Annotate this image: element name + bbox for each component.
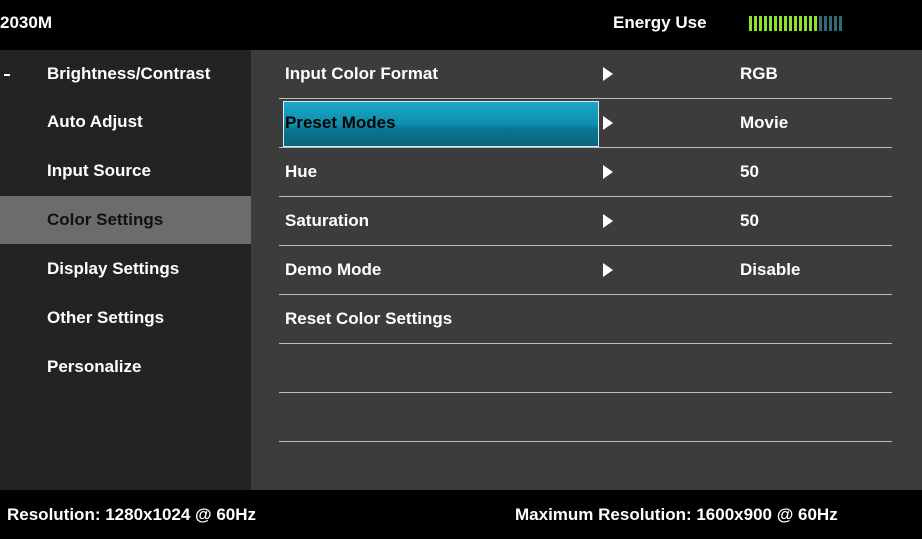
max-resolution: Maximum Resolution: 1600x900 @ 60Hz <box>515 505 838 524</box>
osd-header: 2030M Energy Use <box>0 0 922 50</box>
energy-bar <box>824 16 827 31</box>
menu-item-display-settings[interactable]: Display Settings <box>0 245 251 293</box>
arrow-right-icon <box>603 116 613 130</box>
row-hue[interactable]: Hue 50 <box>279 148 892 196</box>
arrow-right-icon <box>603 165 613 179</box>
energy-bar <box>794 16 797 31</box>
energy-bar <box>789 16 792 31</box>
row-reset-color-settings[interactable]: Reset Color Settings <box>279 295 892 343</box>
menu-item-input-source[interactable]: Input Source <box>0 147 251 195</box>
divider <box>279 343 892 344</box>
menu-item-other-settings[interactable]: Other Settings <box>0 294 251 342</box>
row-input-color-format[interactable]: Input Color Format RGB <box>279 50 892 98</box>
arrow-right-icon <box>603 214 613 228</box>
energy-bar <box>809 16 812 31</box>
energy-bar <box>814 16 817 31</box>
osd-footer: Resolution: 1280x1024 @ 60Hz Maximum Res… <box>0 490 922 539</box>
main-menu: Brightness/Contrast Auto Adjust Input So… <box>0 50 251 490</box>
row-preset-modes[interactable]: Preset Modes Movie <box>279 99 892 147</box>
row-value: 50 <box>740 211 759 230</box>
row-label: Input Color Format <box>285 64 438 83</box>
arrow-right-icon <box>603 67 613 81</box>
color-settings-submenu: Input Color Format RGB Preset Modes Movi… <box>251 50 922 490</box>
row-label: Demo Mode <box>285 260 382 279</box>
energy-use-meter <box>749 16 842 31</box>
row-label: Saturation <box>285 211 370 230</box>
row-label: Hue <box>285 162 318 181</box>
row-demo-mode[interactable]: Demo Mode Disable <box>279 246 892 294</box>
row-value: Movie <box>740 113 789 132</box>
current-resolution: Resolution: 1280x1024 @ 60Hz <box>7 505 257 524</box>
energy-bar <box>769 16 772 31</box>
energy-bar <box>784 16 787 31</box>
row-value: Disable <box>740 260 801 279</box>
energy-bar <box>764 16 767 31</box>
energy-bar <box>774 16 777 31</box>
arrow-right-icon <box>603 263 613 277</box>
energy-bar <box>819 16 822 31</box>
model-name: 2030M <box>0 13 52 32</box>
row-value: 50 <box>740 162 759 181</box>
energy-bar <box>754 16 757 31</box>
menu-item-color-settings[interactable]: Color Settings <box>0 196 251 244</box>
energy-bar <box>749 16 752 31</box>
divider <box>279 392 892 393</box>
menu-item-personalize[interactable]: Personalize <box>0 343 251 391</box>
divider <box>279 441 892 442</box>
row-saturation[interactable]: Saturation 50 <box>279 197 892 245</box>
energy-bar <box>834 16 837 31</box>
energy-bar <box>839 16 842 31</box>
row-label: Preset Modes <box>285 113 396 132</box>
row-value: RGB <box>740 64 778 83</box>
energy-use-label: Energy Use <box>613 13 707 32</box>
energy-bar <box>779 16 782 31</box>
menu-item-auto-adjust[interactable]: Auto Adjust <box>0 98 251 146</box>
row-label: Reset Color Settings <box>285 309 453 328</box>
energy-bar <box>829 16 832 31</box>
energy-bar <box>759 16 762 31</box>
energy-bar <box>799 16 802 31</box>
energy-bar <box>804 16 807 31</box>
menu-item-brightness-contrast[interactable]: Brightness/Contrast <box>0 50 251 98</box>
